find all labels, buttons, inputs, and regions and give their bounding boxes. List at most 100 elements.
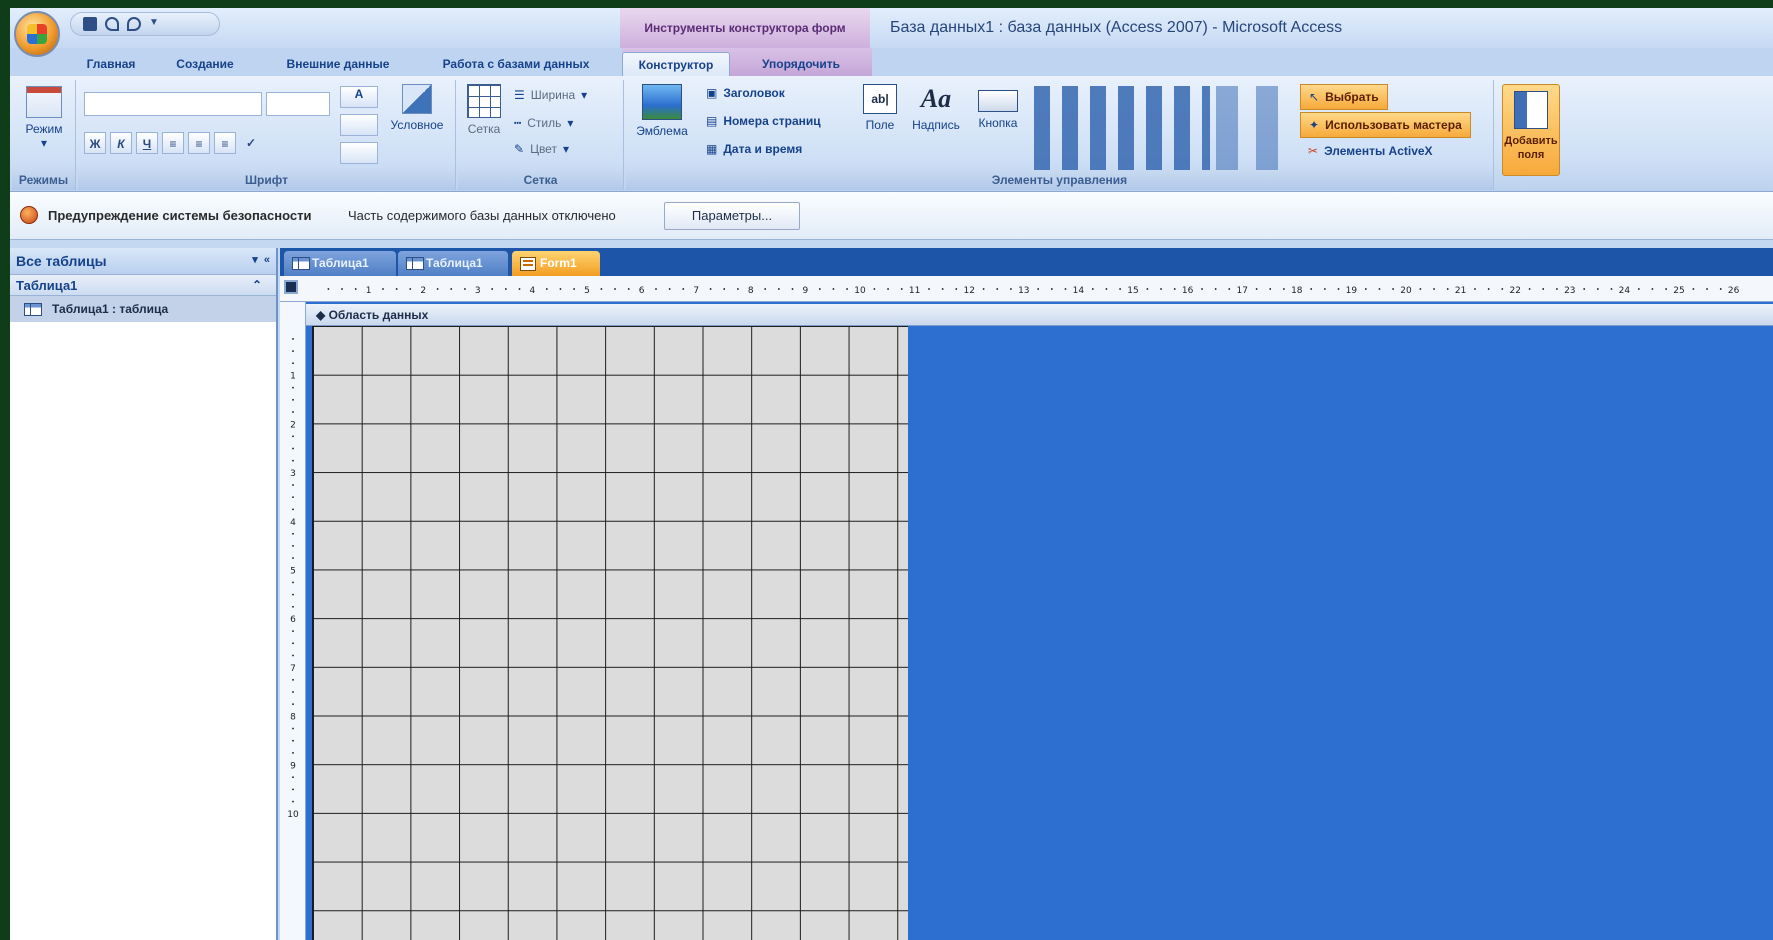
section-label: Область данных (328, 308, 429, 322)
ruler-tick (1487, 288, 1490, 290)
ruler-tick (292, 447, 294, 450)
nav-group-header[interactable]: Таблица1 ⌃ (10, 274, 276, 296)
ruler-tick (614, 288, 616, 290)
customize-qat-icon[interactable]: ▼ (149, 17, 163, 31)
chevron-up-icon[interactable]: ⌃ (252, 278, 262, 292)
ruler-label: 13 (1018, 286, 1029, 296)
ruler-tick (1501, 288, 1504, 290)
tab-database-tools[interactable]: Работа с базами данных (426, 52, 606, 76)
select-button[interactable]: ↖ Выбрать (1300, 84, 1388, 110)
form-design-grid[interactable] (312, 326, 908, 940)
use-wizards-button[interactable]: ✦ Использовать мастера (1300, 112, 1471, 138)
ruler-tick (982, 288, 985, 290)
grid-button[interactable]: Сетка (462, 84, 506, 136)
undo-icon[interactable] (105, 17, 119, 31)
ruler-label: 7 (693, 286, 699, 296)
format-painter-icon[interactable]: ✓ (240, 132, 262, 154)
document-tabs: Таблица1 Таблица1 Form1 (280, 248, 1773, 276)
group-grid: Сетка ☰ Ширина ▾ ┅ Стиль ▾ ✎ Цвет ▾ Сетка (458, 80, 624, 190)
security-warning-title: Предупреждение системы безопасности (48, 208, 312, 223)
ruler-tick (723, 288, 725, 290)
ruler-tick (292, 593, 294, 596)
ruler-tick (505, 288, 507, 290)
italic-button[interactable]: К (110, 132, 132, 154)
width-button[interactable]: ☰ Ширина ▾ (514, 88, 587, 102)
ruler-tick (292, 691, 294, 693)
conditional-format-button[interactable]: Условное (384, 84, 450, 132)
ruler-tick (292, 435, 294, 438)
title-bar: ▼ Инструменты конструктора форм База дан… (10, 8, 1773, 48)
page-numbers-button[interactable]: ▤ Номера страниц (706, 114, 821, 128)
title-button[interactable]: ▣ Заголовок (706, 86, 785, 100)
date-time-label: Дата и время (723, 142, 803, 156)
underline-button[interactable]: Ч (136, 132, 158, 154)
nav-item-table[interactable]: Таблица1 : таблица (10, 296, 276, 322)
tab-arrange[interactable]: Упорядочить (744, 52, 858, 76)
activex-button[interactable]: ✂ Элементы ActiveX (1308, 144, 1433, 158)
ruler-tick (292, 788, 294, 791)
page-numbers-label: Номера страниц (723, 114, 821, 128)
ruler-label: 22 (1509, 286, 1520, 296)
add-fields-button[interactable]: Добавить поля (1502, 84, 1560, 176)
ruler-tick (292, 350, 294, 352)
font-color-icon[interactable]: A (340, 86, 378, 108)
nav-group-label: Таблица1 (16, 277, 78, 293)
ruler-tick (1092, 288, 1094, 290)
ruler-tick (292, 338, 294, 340)
redo-icon[interactable] (127, 17, 141, 31)
color-button[interactable]: ✎ Цвет ▾ (514, 142, 569, 156)
bold-button[interactable]: Ж (84, 132, 106, 154)
tab-create[interactable]: Создание (160, 52, 250, 76)
save-icon[interactable] (83, 17, 97, 31)
ruler-tick (1392, 288, 1394, 290)
font-size-combo[interactable] (266, 92, 330, 116)
ruler-label: 9 (290, 761, 296, 771)
ruler-label: 1 (290, 372, 296, 382)
office-button[interactable] (14, 11, 60, 57)
line-color-icon[interactable] (340, 142, 378, 164)
detail-section-header[interactable]: ◆ Область данных (306, 304, 1773, 326)
ruler-tick (1365, 288, 1367, 290)
ruler-label: 12 (963, 286, 974, 296)
nav-collapse-icon[interactable]: ▾ « (252, 253, 270, 266)
doc-tab-table1-b[interactable]: Таблица1 (398, 251, 508, 276)
label-button[interactable]: Aa Надпись (906, 84, 966, 132)
doc-tab-table1[interactable]: Таблица1 (284, 251, 396, 276)
ruler-tick (832, 288, 835, 290)
vertical-ruler: 1 2 3 4 5 6 7 8 9 10 (280, 302, 306, 940)
logo-icon (642, 84, 682, 120)
ruler-tick (292, 581, 294, 584)
ruler-label: 18 (1291, 286, 1303, 296)
align-right-icon[interactable]: ≡ (214, 132, 236, 154)
ruler-tick (292, 800, 294, 803)
tab-external-data[interactable]: Внешние данные (268, 52, 408, 76)
ruler-tick (292, 545, 294, 547)
fill-color-icon[interactable] (340, 114, 378, 136)
ruler-label: 2 (290, 420, 296, 430)
label-icon: Aa (920, 84, 952, 113)
field-button[interactable]: ab| Поле (860, 84, 900, 132)
ruler-tick (1119, 288, 1121, 290)
tab-home[interactable]: Главная (76, 52, 146, 76)
ruler-tick (1706, 288, 1708, 290)
ruler-tick (292, 739, 294, 742)
ruler-tick (1255, 288, 1258, 290)
doc-tab-form1[interactable]: Form1 (512, 251, 600, 276)
form-selector[interactable] (284, 280, 298, 294)
nav-header[interactable]: Все таблицы ▾ « (10, 248, 276, 274)
options-button[interactable]: Параметры... (664, 202, 800, 230)
logo-button[interactable]: Эмблема (630, 84, 694, 138)
align-left-icon[interactable]: ≡ (162, 132, 184, 154)
tab-design[interactable]: Конструктор (622, 52, 730, 76)
style-button[interactable]: ┅ Стиль ▾ (514, 116, 573, 130)
command-button[interactable]: Кнопка (968, 84, 1028, 130)
textbox-icon: ab| (863, 84, 897, 114)
font-name-combo[interactable] (84, 92, 262, 116)
date-time-button[interactable]: ▦ Дата и время (706, 142, 802, 156)
ruler-tick (292, 679, 294, 681)
ruler-tick (1283, 288, 1285, 290)
ruler-tick (600, 288, 603, 290)
ruler-tick (1173, 288, 1176, 290)
mode-button[interactable]: Режим ▾ (16, 86, 72, 150)
align-center-icon[interactable]: ≡ (188, 132, 210, 154)
